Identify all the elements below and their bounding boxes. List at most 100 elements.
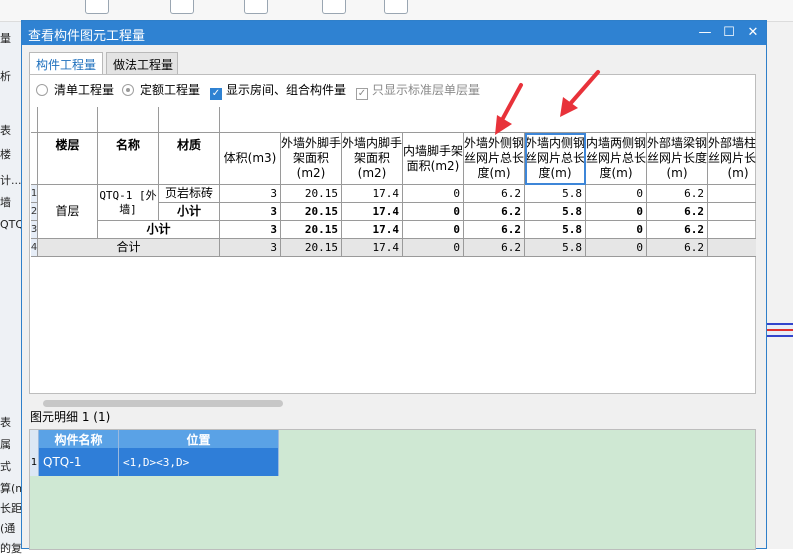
table-cell[interactable]: 6.2	[647, 203, 708, 221]
header-floor[interactable]: 楼层	[38, 107, 98, 185]
header-material[interactable]: 材质	[159, 107, 220, 185]
header-ext-outer-scaffold[interactable]: 外墙外脚手架面积(m2)	[281, 133, 342, 185]
detail-cell-position[interactable]: <1,D><3,D>	[119, 448, 279, 476]
header-int-scaffold[interactable]: 内墙脚手架面积(m2)	[403, 133, 464, 185]
table-cell[interactable]	[708, 185, 756, 203]
tab-component-quantity[interactable]: 构件工程量	[29, 52, 103, 75]
left-fragment: 表	[0, 124, 11, 137]
table-cell[interactable]: 3	[220, 239, 281, 257]
tab-method-quantity[interactable]: 做法工程量	[106, 52, 178, 74]
table-cell[interactable]: 6.2	[647, 239, 708, 257]
table-cell[interactable]: 3	[220, 203, 281, 221]
background-right-panel	[766, 22, 793, 549]
table-cell[interactable]: 0	[403, 221, 464, 239]
cell-floor[interactable]: 首层	[38, 185, 98, 239]
detail-header-component-name[interactable]: 构件名称	[39, 430, 119, 448]
toolbar-icon-5[interactable]	[384, 0, 408, 14]
left-fragment[interactable]: 计...	[0, 172, 22, 188]
left-fragment[interactable]: 算(m	[0, 480, 22, 496]
detail-cell-component-name[interactable]: QTQ-1	[39, 448, 119, 476]
row-number[interactable]: 1	[31, 185, 38, 203]
table-cell[interactable]: 6.2	[464, 221, 525, 239]
toolbar-icon-1[interactable]	[85, 0, 109, 14]
row-number[interactable]: 2	[31, 203, 38, 221]
table-cell[interactable]: 6.2	[464, 185, 525, 203]
left-fragment: 表	[0, 416, 11, 429]
cell-material[interactable]: 页岩标砖	[159, 185, 220, 203]
table-cell[interactable]	[708, 239, 756, 257]
header-ext-inner-mesh[interactable]: 外墙内侧钢丝网片总长度(m)	[525, 133, 586, 185]
table-cell[interactable]: 20.15	[281, 203, 342, 221]
left-fragment[interactable]: (通	[0, 520, 22, 536]
toolbar-icon-2[interactable]	[170, 0, 194, 14]
table-cell[interactable]: 0	[586, 239, 647, 257]
table-cell[interactable]: 0	[403, 239, 464, 257]
detail-row-number[interactable]: 1	[30, 448, 39, 476]
left-fragment[interactable]: 式	[0, 458, 22, 474]
minimize-icon[interactable]: —	[694, 23, 716, 43]
table-cell[interactable]: 0	[403, 185, 464, 203]
quantity-dialog: 查看构件图元工程量 — ☐ ✕ 构件工程量 做法工程量 清单工程量 定额工程量 …	[21, 20, 767, 550]
quantity-table: 楼层 名称 材质 体积(m3) 外墙外脚手架面积(m2) 外墙内脚手架面积(m2…	[31, 107, 756, 347]
horizontal-scrollbar[interactable]	[43, 400, 283, 407]
table-cell[interactable]: 20.15	[281, 221, 342, 239]
table-cell[interactable]: 20.15	[281, 239, 342, 257]
dialog-titlebar[interactable]: 查看构件图元工程量 — ☐ ✕	[22, 21, 766, 45]
radio-list-quantity[interactable]: 清单工程量	[36, 81, 114, 98]
table-cell[interactable]: 6.2	[464, 239, 525, 257]
header-ext-beam-mesh[interactable]: 外部墙梁钢丝网片长度(m)	[647, 133, 708, 185]
left-fragment[interactable]: 楼	[0, 146, 22, 162]
table-cell[interactable]: 0	[403, 203, 464, 221]
table-cell[interactable]: 3	[220, 185, 281, 203]
radio-quota-quantity[interactable]: 定额工程量	[122, 81, 200, 98]
header-int-both-mesh[interactable]: 内墙两侧钢丝网片总长度(m)	[586, 133, 647, 185]
row-number[interactable]: 3	[31, 221, 38, 239]
table-cell[interactable]: 6.2	[647, 185, 708, 203]
row-number[interactable]: 4	[31, 239, 38, 257]
header-ext-column-mesh[interactable]: 外部墙柱钢丝网片长度(m)	[708, 133, 756, 185]
checkbox-standard-floor[interactable]: ✓ 只显示标准层单层量	[356, 81, 480, 100]
left-fragment[interactable]: 的复	[0, 540, 22, 556]
table-cell[interactable]: 0	[586, 221, 647, 239]
table-cell[interactable]: 5.8	[525, 239, 586, 257]
left-fragment[interactable]: QTQ	[0, 218, 22, 231]
table-cell[interactable]: 5.8	[525, 221, 586, 239]
left-fragment[interactable]: 长距	[0, 500, 22, 516]
cell-total-label[interactable]: 合计	[38, 239, 220, 257]
table-cell[interactable]: 3	[220, 221, 281, 239]
dialog-title: 查看构件图元工程量	[28, 29, 146, 44]
header-ext-inner-scaffold[interactable]: 外墙内脚手架面积(m2)	[342, 133, 403, 185]
options-bar: 清单工程量 定额工程量 ✓ 显示房间、组合构件量 ✓ 只显示标准层单层量	[30, 75, 757, 101]
background-selected-line	[766, 323, 793, 337]
toolbar-icon-4[interactable]	[322, 0, 346, 14]
header-volume[interactable]: 体积(m3)	[220, 133, 281, 185]
table-cell[interactable]: 0	[586, 185, 647, 203]
cell-subtotal-material[interactable]: 小计	[159, 203, 220, 221]
header-ext-outer-mesh[interactable]: 外墙外侧钢丝网片总长度(m)	[464, 133, 525, 185]
table-cell[interactable]: 17.4	[342, 221, 403, 239]
cell-component-name[interactable]: QTQ-1 [外墙]	[98, 185, 159, 221]
checkbox-checked-icon: ✓	[210, 88, 222, 100]
table-cell[interactable]: 6.2	[464, 203, 525, 221]
detail-header-rownum	[30, 430, 39, 448]
toolbar-icon-3[interactable]	[244, 0, 268, 14]
close-icon[interactable]: ✕	[742, 23, 764, 43]
table-cell[interactable]: 5.8	[525, 185, 586, 203]
left-fragment[interactable]: 属	[0, 436, 22, 452]
table-cell[interactable]: 5.8	[525, 203, 586, 221]
radio-quota-label: 定额工程量	[140, 83, 201, 97]
table-cell[interactable]: 17.4	[342, 203, 403, 221]
checkbox-show-room[interactable]: ✓ 显示房间、组合构件量	[210, 81, 346, 100]
table-cell[interactable]: 0	[586, 203, 647, 221]
table-cell[interactable]	[708, 203, 756, 221]
table-cell[interactable]	[708, 221, 756, 239]
table-cell[interactable]: 17.4	[342, 239, 403, 257]
cell-subtotal-floor[interactable]: 小计	[98, 221, 220, 239]
table-cell[interactable]: 20.15	[281, 185, 342, 203]
detail-header-position[interactable]: 位置	[119, 430, 279, 448]
maximize-icon[interactable]: ☐	[718, 23, 740, 43]
left-fragment[interactable]: 墙	[0, 194, 22, 210]
table-cell[interactable]: 17.4	[342, 185, 403, 203]
header-name[interactable]: 名称	[98, 107, 159, 185]
table-cell[interactable]: 6.2	[647, 221, 708, 239]
